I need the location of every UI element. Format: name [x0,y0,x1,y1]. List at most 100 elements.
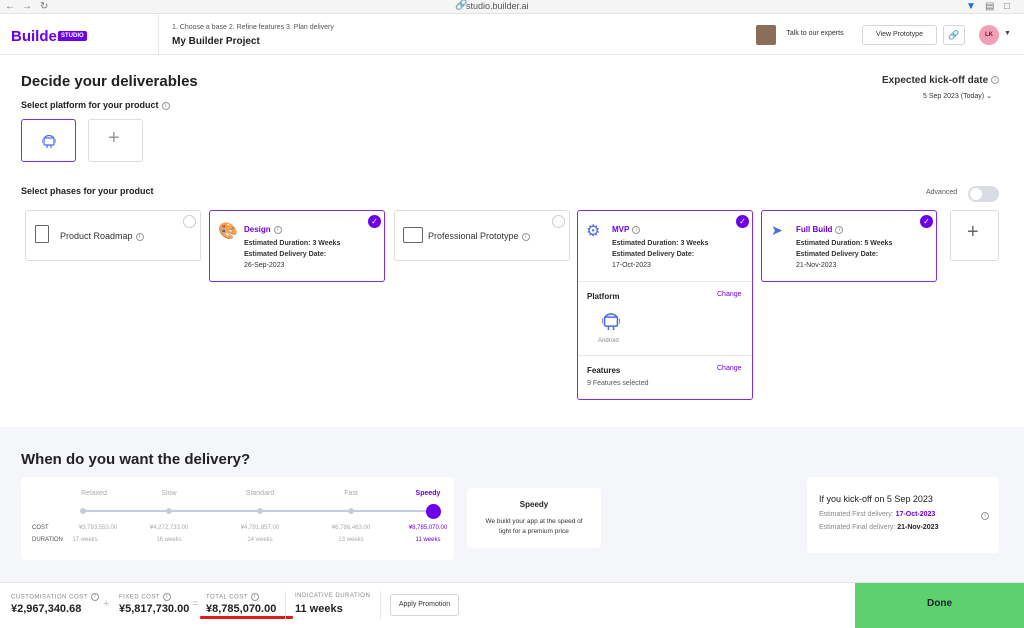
speed-slider-panel: Relaxed Slow Standard Fast Speedy COST D… [21,477,454,560]
apply-promotion-button[interactable]: Apply Promotion [390,594,459,616]
check-icon[interactable]: ✓ [920,215,933,228]
kickoff-summary-card: If you kick-off on 5 Sep 2023 Estimated … [807,477,999,553]
speedy-info-card: Speedy We build your app at the speed of… [467,488,601,548]
view-prototype-button[interactable]: View Prototype [862,25,937,45]
back-icon[interactable]: ← [5,1,15,12]
speed-slider-handle[interactable] [426,504,441,519]
phase-name: Design i [244,225,282,234]
advanced-toggle[interactable] [968,186,999,202]
fixed-cost-label: FIXED COST i [119,593,172,601]
total-cost-label: TOTAL COST i [206,593,259,601]
kickoff-summary-title: If you kick-off on 5 Sep 2023 [819,494,933,504]
app-header: Builder STUDIO 1. Choose a base 2. Refin… [0,15,1024,55]
duration-value: 13 weeks [338,537,364,543]
speed-label-standard[interactable]: Standard [230,490,290,497]
plus-icon: + [103,598,110,610]
platform-section-label: Platform [587,292,620,301]
cost-value: ¥6,786,463.00 [331,525,371,531]
studio-badge: STUDIO [58,31,87,41]
share-icon[interactable]: □ [1004,1,1010,12]
delivery-date: 17-Oct-2023 [612,262,651,269]
info-icon[interactable]: i [835,225,844,234]
phase-card-product-roadmap[interactable]: Product Roadmap i [25,210,201,261]
kickoff-date[interactable]: 5 Sep 2023 (Today) ⌄ [923,92,992,100]
phase-duration: Estimated Duration: 3 Weeks [612,240,709,247]
info-icon[interactable]: i [273,225,282,234]
gear-icon: ⚙ [586,223,601,240]
phase-card-full-build[interactable]: ➤ Full Build i Estimated Duration: 5 Week… [761,210,937,282]
builder-logo[interactable]: Builder [11,28,63,45]
duration-value-selected: 11 weeks [415,537,441,543]
phase-duration: Estimated Duration: 5 Weeks [796,240,893,247]
phase-card-mvp[interactable]: ⚙ MVP i Estimated Duration: 3 Weeks Estim… [577,210,753,400]
reader-icon[interactable]: ▤ [985,1,994,12]
speed-label-slow[interactable]: Slow [139,490,199,497]
delivery-date: 26-Sep-2023 [244,262,285,269]
speed-label-relaxed[interactable]: Relaxed [64,490,124,497]
info-icon[interactable]: i [521,232,530,241]
browser-toolbar: ← → ↻ 🔗 studio.builder.ai ▼ ▤ □ [0,0,1024,14]
speed-stop[interactable] [166,508,172,514]
platform-change-link[interactable]: Change [717,291,742,298]
features-change-link[interactable]: Change [717,365,742,372]
total-cost-value: ¥8,785,070.00 [206,603,277,615]
total-underline [200,616,293,619]
final-delivery: Estimated Final delivery: 21-Nov-2023 [819,524,939,531]
info-icon[interactable]: i [163,593,172,601]
cost-row-label: COST [32,525,49,531]
project-name[interactable]: My Builder Project [172,36,260,47]
android-icon [602,313,620,330]
extension-icon[interactable]: ▼ [966,1,976,12]
add-phase-button[interactable]: + [950,210,999,261]
talk-to-experts-button[interactable]: Talk to our experts [779,25,851,45]
chevron-down-icon[interactable]: ⌄ [986,93,992,100]
info-icon[interactable]: i [991,76,1000,85]
duration-value: 14 weeks [247,537,273,543]
delivery-date: 21-Nov-2023 [796,262,837,269]
phase-card-professional-prototype[interactable]: Professional Prototype i [394,210,570,261]
cost-value: ¥3,793,553.00 [78,525,118,531]
speed-stop[interactable] [80,508,86,514]
advanced-label: Advanced [926,189,958,196]
phase-name: MVP i [612,225,641,234]
info-icon[interactable]: i [250,593,259,601]
android-platform-option[interactable] [21,119,76,162]
speed-stop[interactable] [257,508,263,514]
equals-icon: = [192,598,199,610]
plus-icon: + [108,127,120,149]
info-icon[interactable]: i [161,101,170,110]
step-breadcrumb[interactable]: 1. Choose a base 2. Refine features 3. P… [172,24,334,31]
link-icon[interactable]: 🔗 [943,25,965,45]
delivery-date-label: Estimated Delivery Date: [796,251,879,258]
done-button[interactable]: Done [855,583,1024,628]
phase-duration: Estimated Duration: 3 Weeks [244,240,341,247]
phase-card-design[interactable]: 🎨 Design i Estimated Duration: 3 Weeks Es… [209,210,385,282]
add-platform-button[interactable]: + [88,119,143,162]
speed-label-speedy[interactable]: Speedy [398,490,458,497]
help-icon[interactable]: ? [90,593,99,601]
phase-select-radio[interactable] [552,215,565,228]
customisation-cost-value: ¥2,967,340.68 [11,603,82,615]
info-icon[interactable]: i [632,225,641,234]
platform-label: Select platform for your product i [21,100,170,110]
forward-icon[interactable]: → [22,1,32,12]
speed-stop[interactable] [348,508,354,514]
reload-icon[interactable]: ↻ [40,1,48,12]
info-icon[interactable]: i [981,512,989,520]
chevron-down-icon[interactable]: ▼ [1004,30,1011,37]
check-icon[interactable]: ✓ [736,215,749,228]
info-icon[interactable]: i [135,232,144,241]
palette-icon: 🎨 [218,223,238,240]
phase-select-radio[interactable] [183,215,196,228]
speed-label-fast[interactable]: Fast [321,490,381,497]
fixed-cost-value: ¥5,817,730.00 [119,603,190,615]
features-count: 9 Features selected [587,380,649,387]
delivery-date-label: Estimated Delivery Date: [244,251,327,258]
check-icon[interactable]: ✓ [368,215,381,228]
url-bar[interactable]: studio.builder.ai [466,1,529,11]
speedy-title: Speedy [519,500,549,509]
indicative-duration-label: INDICATIVE DURATION [295,593,371,599]
user-avatar[interactable]: LK [979,25,999,45]
expert-avatar [756,25,776,45]
platform-name: Android [598,338,619,344]
